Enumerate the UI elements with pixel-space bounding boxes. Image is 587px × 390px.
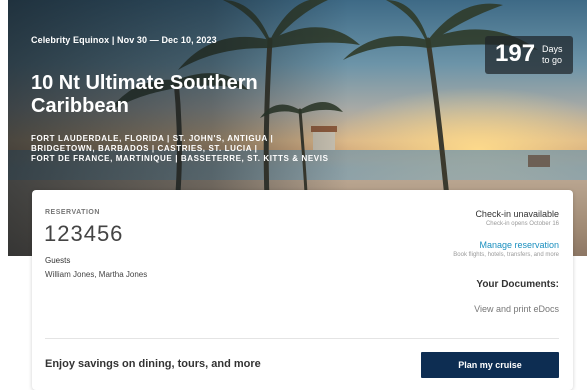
savings-promo-text: Enjoy savings on dining, tours, and more: [45, 358, 261, 370]
view-edocs-link[interactable]: View and print eDocs: [474, 304, 559, 314]
countdown-unit-days: Days: [542, 44, 563, 54]
countdown-days-value: 197: [495, 40, 536, 67]
cruise-title: 10 Nt Ultimate Southern Caribbean: [31, 72, 258, 117]
divider: [45, 338, 559, 339]
guests-names: William Jones, Martha Jones: [45, 270, 148, 279]
checkin-note: Check-in opens October 16: [485, 221, 559, 227]
guests-label: Guests: [45, 256, 71, 265]
countdown-unit: Days to go: [542, 44, 563, 66]
reservation-label: RESERVATION: [45, 209, 100, 216]
manage-reservation-note: Book flights, hotels, transfers, and mor…: [453, 252, 559, 258]
reservation-card: RESERVATION 123456 Guests William Jones,…: [32, 190, 573, 390]
ports-line: Fort Lauderdale, Florida | St. John's, A…: [31, 134, 274, 143]
documents-heading: Your Documents:: [476, 279, 559, 290]
reservation-number: 123456: [44, 221, 124, 246]
booking-page: Celebrity Equinox | Nov 30 — Dec 10, 202…: [0, 0, 587, 390]
ship-and-dates: Celebrity Equinox | Nov 30 — Dec 10, 202…: [31, 35, 217, 45]
ports-of-call: Fort Lauderdale, Florida | St. John's, A…: [31, 134, 351, 164]
countdown-unit-togo: to go: [542, 55, 563, 65]
ports-line: Bridgetown, Barbados | Castries, St. Luc…: [31, 144, 258, 153]
checkin-status: Check-in unavailable: [475, 209, 559, 219]
ports-line: Fort de France, Martinique | Basseterre,…: [31, 154, 329, 163]
manage-reservation-link[interactable]: Manage reservation: [479, 240, 559, 250]
countdown-badge: 197 Days to go: [485, 36, 573, 74]
plan-my-cruise-button[interactable]: Plan my cruise: [421, 352, 559, 378]
